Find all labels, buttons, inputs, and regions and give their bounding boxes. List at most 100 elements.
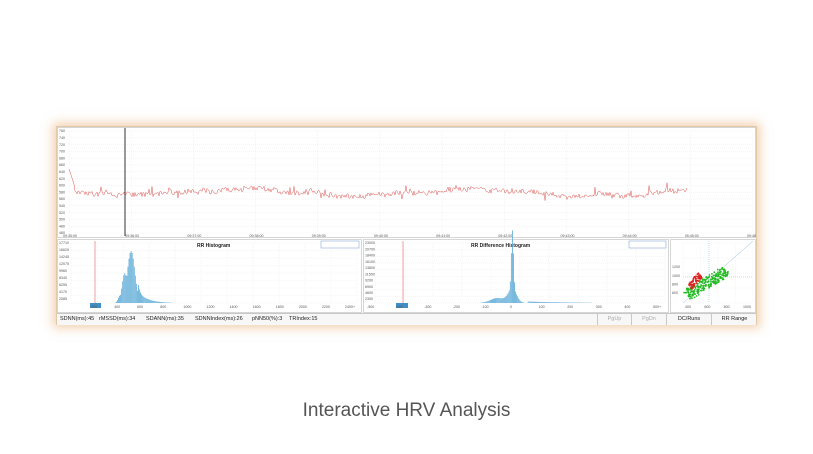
poincare-point [691, 288, 693, 290]
rr-diff-x-tick: 300 [596, 305, 602, 309]
poincare-point [696, 284, 699, 287]
rr-diff-bar [504, 297, 506, 303]
rr-histogram-x-tick: 1800 [276, 305, 284, 309]
rr-histogram-bar [140, 292, 141, 303]
poincare-point [715, 273, 718, 275]
rr-diff-bar [483, 302, 485, 303]
rr-diff-bar [533, 301, 534, 303]
rr-diff-bar [539, 301, 541, 303]
rr-histogram-x-tick: 1400 [230, 305, 238, 309]
poincare-point [717, 275, 720, 278]
rr-histogram-bar [144, 297, 146, 303]
rr-diff-x-tick: 400 [624, 305, 630, 309]
rr-histogram-x-tick: 1200 [206, 305, 214, 309]
rr-diff-bar [493, 298, 494, 303]
rr-diff-bar [508, 290, 510, 303]
rr-diff-bar [569, 302, 571, 303]
rr-diff-y-tick: 11500 [365, 272, 375, 276]
poincare-point [715, 282, 718, 284]
rr-diff-bar [498, 298, 500, 303]
rr-diff-bar [486, 301, 488, 303]
rr-diff-legend-box[interactable] [628, 240, 667, 249]
rr-diff-y-tick: 16100 [365, 260, 375, 264]
rr-diff-bar [563, 302, 565, 303]
rr-histogram-bar [120, 294, 121, 303]
rr-histogram-bar [161, 302, 162, 303]
rr-diff-bar [512, 230, 513, 303]
rr-range-button[interactable]: RR Range [711, 314, 757, 325]
poincare-point [692, 291, 695, 293]
poincare-point [695, 277, 697, 280]
rr-histogram-legend-box[interactable] [320, 240, 360, 249]
rr-histogram-bar [147, 299, 149, 303]
poincare-point [692, 277, 695, 280]
rr-diff-bar [521, 301, 523, 303]
rr-histogram-bar [153, 300, 155, 303]
sdnn-index-value: SDNNIndex(ms):26 [195, 316, 243, 322]
poincare-point [689, 284, 691, 287]
sdnn-value: SDNN(ms):45 [60, 316, 95, 322]
rr-histogram-y-tick: 12075 [59, 262, 69, 266]
rr-histogram-x-tick: 800 [160, 305, 166, 309]
rr-diff-bar [491, 299, 492, 303]
tachogram-y-tick: 740 [59, 136, 65, 140]
rr-diff-bar [557, 302, 558, 303]
poincare-point [693, 282, 696, 285]
poincare-point [708, 285, 711, 288]
rr-histogram-panel[interactable]: RR Histogram 200 400 600 800 1000 1200 1400 160… [57, 239, 362, 313]
rr-diff-bar [558, 302, 559, 303]
rr-diff-bar [514, 282, 515, 303]
poincare-point [695, 279, 697, 282]
rr-histogram-x-tick: 2200 [322, 305, 330, 309]
rr-histogram-bar [145, 298, 147, 303]
dc-runs-button[interactable]: DC/Runs [666, 314, 711, 325]
tachogram-x-tick: 09:38:00 [250, 234, 264, 238]
poincare-plot-panel[interactable]: 400 600 800 1000 1200 1000 800 600 [670, 239, 756, 313]
rr-diff-bar [554, 302, 555, 303]
rr-histogram-bar [162, 302, 163, 303]
poincare-point [687, 291, 690, 294]
rr-diff-bar [565, 302, 567, 303]
rr-histogram-bar [124, 273, 126, 303]
rr-histogram-bar [154, 301, 156, 303]
poincare-point [726, 272, 729, 275]
poincare-point [697, 272, 700, 275]
rr-diff-bar [544, 302, 546, 303]
poincare-x-tick: 600 [704, 305, 710, 309]
tachogram-y-tick: 680 [59, 156, 65, 160]
poincare-point [725, 274, 728, 277]
poincare-point [687, 288, 690, 291]
poincare-point [708, 274, 711, 276]
rr-difference-histogram-panel[interactable]: RR Difference Histogram -500 -400 -300 -200… [363, 230, 669, 313]
rr-histogram-x-tick: 2000 [299, 305, 307, 309]
poincare-point [706, 277, 709, 280]
poincare-point [717, 271, 719, 274]
poincare-point [691, 297, 693, 299]
poincare-point [703, 284, 705, 287]
poincare-point [700, 281, 703, 284]
rr-diff-bar [506, 294, 508, 303]
rr-diff-bar [543, 302, 545, 303]
tachogram-y-tick: 720 [59, 143, 65, 147]
poincare-point [701, 287, 704, 290]
rr-diff-bar [500, 298, 502, 303]
rr-tachogram-panel[interactable]: 760 740 720 700 680 660 640 620 600 580 560 540 520 5… [57, 127, 757, 239]
rr-histogram-bar [151, 300, 153, 303]
tachogram-y-tick: 560 [59, 197, 65, 201]
rr-diff-bar [559, 302, 561, 303]
rr-histogram-bar [137, 290, 138, 303]
rr-histogram-y-tick: 17710 [59, 241, 69, 245]
tachogram-x-tick: 09:45:00 [685, 234, 699, 238]
tachogram-y-tick: 620 [59, 177, 65, 181]
rr-diff-bar [503, 297, 505, 303]
poincare-point [711, 272, 713, 275]
poincare-point [722, 272, 725, 275]
poincare-point [721, 277, 724, 279]
tachogram-x-tick: 09:36:00 [125, 234, 139, 238]
rr-histogram-bar [117, 300, 118, 303]
page-up-button[interactable]: PgUp [597, 314, 631, 325]
page-down-button[interactable]: PgDn [631, 314, 666, 325]
tachogram-x-tick: 09:37:00 [187, 234, 201, 238]
rr-histogram-bar [131, 253, 133, 303]
poincare-x-tick: 800 [724, 305, 730, 309]
